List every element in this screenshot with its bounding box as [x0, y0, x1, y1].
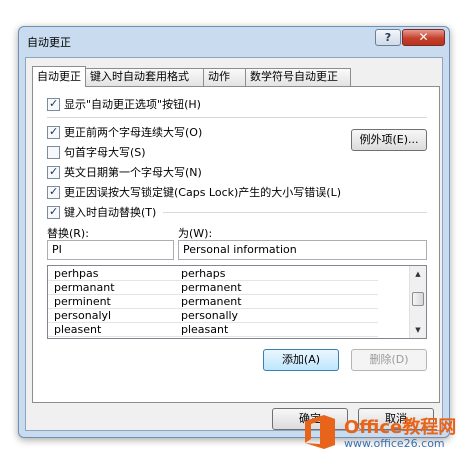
delete-button[interactable]: 删除(D): [351, 349, 427, 371]
replace-input[interactable]: PI: [47, 240, 174, 260]
help-icon: ?: [384, 31, 392, 44]
scroll-up-arrow-icon[interactable]: ▲: [410, 266, 426, 282]
checkbox-label: 显示"自动更正选项"按钮(H): [64, 98, 201, 111]
autocorrect-panel: 显示"自动更正选项"按钮(H) 更正前两个字母连续大写(O) 句首字母大写(S)…: [32, 86, 440, 403]
list-item[interactable]: pleasent pleasant: [48, 323, 378, 337]
correct-two-initial-caps-checkbox[interactable]: 更正前两个字母连续大写(O): [47, 125, 202, 139]
checkbox-label: 更正因误按大写锁定键(Caps Lock)产生的大小写错误(L): [64, 186, 342, 199]
checkbox-checked-icon: [47, 165, 60, 179]
close-button[interactable]: ✕: [402, 29, 445, 46]
capitalize-first-letter-checkbox[interactable]: 句首字母大写(S): [47, 145, 146, 159]
list-item[interactable]: perminent permanent: [48, 295, 378, 309]
entry-to: personally: [181, 309, 239, 322]
checkbox-label: 句首字母大写(S): [64, 146, 146, 159]
checkbox-label: 英文日期第一个字母大写(N): [64, 166, 202, 179]
replace-label: 替换(R):: [47, 227, 89, 240]
capitalize-day-names-checkbox[interactable]: 英文日期第一个字母大写(N): [47, 165, 202, 179]
scroll-down-arrow-icon[interactable]: ▼: [410, 322, 426, 338]
watermark: Office教程网 www.office26.com: [300, 411, 462, 455]
checkbox-checked-icon: [47, 205, 60, 219]
list-item[interactable]: permanant permanent: [48, 281, 378, 295]
tab-autoformat-as-you-type[interactable]: 键入时自动套用格式: [85, 68, 204, 86]
watermark-brand: Office教程网: [344, 417, 457, 438]
entry-to: perhaps: [181, 267, 226, 280]
with-input[interactable]: Personal information: [178, 240, 427, 260]
entry-to: pleasant: [181, 323, 229, 336]
entry-from: permanant: [54, 281, 115, 294]
checkbox-checked-icon: [47, 97, 60, 111]
divider: [47, 117, 427, 118]
watermark-url: www.office26.com: [344, 437, 445, 450]
checkbox-checked-icon: [47, 125, 60, 139]
entry-from: personalyl: [54, 309, 112, 322]
dialog-title: 自动更正: [27, 36, 71, 49]
entry-from: pleasent: [54, 323, 102, 336]
checkbox-label: 键入时自动替换(T): [64, 206, 157, 219]
entry-to: permanent: [181, 295, 242, 308]
dialog-body: 自动更正 键入时自动套用格式 动作 数学符号自动更正 显示"自动更正选项"按钮(…: [25, 57, 443, 431]
list-scrollbar[interactable]: ▲ ▼: [409, 266, 426, 338]
scroll-thumb[interactable]: [412, 292, 424, 306]
tab-actions[interactable]: 动作: [203, 68, 246, 86]
checkbox-checked-icon: [47, 185, 60, 199]
checkbox-label: 更正前两个字母连续大写(O): [64, 126, 203, 139]
tab-autocorrect[interactable]: 自动更正: [32, 66, 86, 87]
with-label: 为(W):: [178, 227, 213, 240]
close-icon: ✕: [418, 30, 429, 44]
title-bar[interactable]: 自动更正 ? ✕: [19, 27, 449, 55]
office-logo-icon: [305, 415, 335, 449]
divider: [163, 212, 427, 213]
autocorrect-dialog: 自动更正 ? ✕ 自动更正 键入时自动套用格式 动作 数学符号自动更正 显示"自…: [18, 26, 450, 438]
list-item[interactable]: perhpas perhaps: [48, 267, 378, 281]
checkbox-unchecked-icon: [47, 145, 60, 159]
add-button[interactable]: 添加(A): [263, 349, 339, 371]
help-button[interactable]: ?: [375, 29, 401, 46]
caps-lock-correction-checkbox[interactable]: 更正因误按大写锁定键(Caps Lock)产生的大小写错误(L): [47, 185, 341, 199]
row-divider: [48, 336, 378, 337]
entry-to: permanent: [181, 281, 242, 294]
show-autocorrect-buttons-checkbox[interactable]: 显示"自动更正选项"按钮(H): [47, 97, 201, 111]
autocorrect-entries-list[interactable]: perhpas perhaps permanant permanent perm…: [47, 265, 427, 339]
tab-math-autocorrect[interactable]: 数学符号自动更正: [245, 68, 351, 86]
entry-from: perhpas: [54, 267, 99, 280]
list-item[interactable]: personalyl personally: [48, 309, 378, 323]
replace-as-you-type-checkbox[interactable]: 键入时自动替换(T): [47, 205, 156, 219]
exceptions-button[interactable]: 例外项(E)...: [351, 129, 427, 151]
entry-from: perminent: [54, 295, 111, 308]
